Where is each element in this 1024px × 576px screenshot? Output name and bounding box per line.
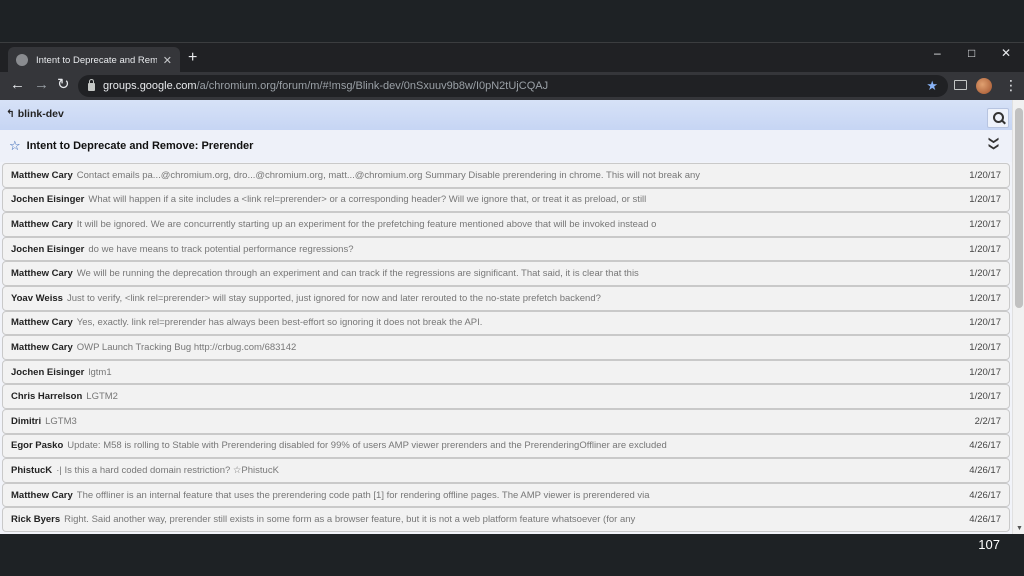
thread-header: ☆ Intent to Deprecate and Remove: Preren… bbox=[0, 130, 1012, 162]
message-row[interactable]: Matthew Cary The offliner is an internal … bbox=[2, 482, 1010, 508]
message-date: 1/20/17 bbox=[969, 268, 1001, 280]
message-author: Matthew Cary bbox=[11, 218, 73, 230]
message-date: 1/20/17 bbox=[969, 366, 1001, 378]
minimize-button[interactable]: – bbox=[934, 46, 941, 60]
collapse-icon[interactable]: ❯❯ bbox=[988, 136, 999, 149]
message-list: Matthew Cary Contact emails pa...@chromiu… bbox=[2, 163, 1010, 532]
message-date: 1/20/17 bbox=[969, 341, 1001, 353]
reload-button[interactable]: ↻ bbox=[57, 77, 70, 93]
message-row[interactable]: Matthew Cary Yes, exactly. link rel=prere… bbox=[2, 310, 1010, 336]
message-row[interactable]: Jochen Eisinger What will happen if a sit… bbox=[2, 187, 1010, 213]
message-snippet: OWP Launch Tracking Bug http://crbug.com… bbox=[76, 341, 297, 353]
message-author: PhistucK bbox=[11, 464, 53, 476]
message-date: 1/20/17 bbox=[969, 194, 1001, 206]
message-snippet: We will be running the deprecation throu… bbox=[76, 268, 639, 280]
message-snippet: What will happen if a site includes a <l… bbox=[88, 194, 647, 206]
maximize-button[interactable]: □ bbox=[968, 46, 975, 60]
message-row[interactable]: Chris Harrelson LGTM2 1/20/17 bbox=[2, 384, 1010, 409]
message-date: 1/20/17 bbox=[969, 391, 1001, 403]
close-window-button[interactable]: ✕ bbox=[1001, 46, 1011, 60]
message-author: Matthew Cary bbox=[11, 317, 73, 329]
message-author: Matthew Cary bbox=[11, 169, 73, 181]
url-host: groups.google.com bbox=[103, 80, 197, 92]
message-row[interactable]: Matthew Cary Contact emails pa...@chromiu… bbox=[2, 163, 1010, 188]
message-row[interactable]: Egor Pasko Update: M58 is rolling to Stab… bbox=[2, 433, 1010, 459]
message-author: Matthew Cary bbox=[11, 489, 73, 501]
message-date: 1/20/17 bbox=[969, 292, 1001, 304]
message-date: 4/26/17 bbox=[969, 440, 1001, 452]
message-author: Dimitri bbox=[11, 415, 42, 427]
address-bar[interactable]: groups.google.com/a/chromium.org/forum/m… bbox=[78, 75, 948, 97]
browser-toolbar: ← → ↻ groups.google.com/a/chromium.org/f… bbox=[0, 72, 1024, 100]
star-icon[interactable]: ☆ bbox=[9, 138, 21, 154]
scrollbar-thumb[interactable] bbox=[1015, 108, 1023, 308]
message-author: Rick Byers bbox=[11, 514, 61, 526]
message-row[interactable]: PhistucK ·| Is this a hard coded domain r… bbox=[2, 458, 1010, 483]
group-header: ↰ blink-dev bbox=[0, 100, 1012, 130]
message-snippet: It will be ignored. We are concurrently … bbox=[76, 218, 657, 230]
new-tab-button[interactable]: + bbox=[188, 49, 197, 67]
message-author: Jochen Eisinger bbox=[11, 194, 85, 206]
message-row[interactable]: Matthew Cary We will be running the depre… bbox=[2, 261, 1010, 286]
url-path: /a/chromium.org/forum/m/#!msg/Blink-dev/… bbox=[196, 80, 549, 92]
message-date: 1/20/17 bbox=[969, 243, 1001, 255]
message-author: Matthew Cary bbox=[11, 268, 73, 280]
message-snippet: lgtm1 bbox=[88, 366, 112, 378]
message-row[interactable]: Matthew Cary OWP Launch Tracking Bug http… bbox=[2, 335, 1010, 360]
page-content: ↰ blink-dev ☆ Intent to Deprecate and Re… bbox=[0, 100, 1024, 534]
message-author: Chris Harrelson bbox=[11, 391, 83, 403]
avatar[interactable] bbox=[976, 78, 992, 94]
browser-menu-button[interactable]: ⋮ bbox=[1004, 77, 1018, 93]
message-row[interactable]: Jochen Eisinger do we have means to track… bbox=[2, 236, 1010, 262]
back-button[interactable]: ← bbox=[10, 77, 25, 93]
scroll-down-icon[interactable]: ▼ bbox=[1016, 525, 1023, 532]
tab-strip: Intent to Deprecate and Remove: ✕ + – □ … bbox=[0, 42, 1024, 73]
message-snippet: Yes, exactly. link rel=prerender has alw… bbox=[76, 317, 483, 329]
scrollbar[interactable]: ▼ bbox=[1012, 100, 1024, 534]
tab-close-icon[interactable]: ✕ bbox=[163, 54, 172, 67]
message-snippet: LGTM2 bbox=[86, 391, 118, 403]
active-tab[interactable]: Intent to Deprecate and Remove: ✕ bbox=[8, 47, 180, 73]
bookmark-star-icon[interactable]: ★ bbox=[926, 78, 938, 94]
browser-window: Intent to Deprecate and Remove: ✕ + – □ … bbox=[0, 42, 1024, 534]
message-snippet: LGTM3 bbox=[45, 415, 77, 427]
message-snippet: do we have means to track potential perf… bbox=[88, 243, 354, 255]
message-date: 4/26/17 bbox=[969, 464, 1001, 476]
message-snippet: Just to verify, <link rel=prerender> wil… bbox=[66, 292, 601, 304]
message-row[interactable]: Rick Byers Right. Said another way, prere… bbox=[2, 507, 1010, 532]
message-date: 4/26/17 bbox=[969, 514, 1001, 526]
tab-title: Intent to Deprecate and Remove: bbox=[36, 54, 157, 66]
message-date: 4/26/17 bbox=[969, 489, 1001, 501]
message-snippet: Contact emails pa...@chromium.org, dro..… bbox=[76, 169, 701, 181]
message-date: 1/20/17 bbox=[969, 317, 1001, 329]
message-author: Jochen Eisinger bbox=[11, 366, 85, 378]
lock-icon bbox=[88, 79, 95, 91]
group-link[interactable]: ↰ blink-dev bbox=[6, 108, 64, 120]
thread-title: Intent to Deprecate and Remove: Prerende… bbox=[26, 140, 254, 152]
message-snippet: The offliner is an internal feature that… bbox=[76, 489, 650, 501]
search-icon[interactable] bbox=[987, 108, 1009, 128]
message-date: 1/20/17 bbox=[969, 169, 1001, 181]
message-row[interactable]: Yoav Weiss Just to verify, <link rel=prer… bbox=[2, 285, 1010, 311]
globe-icon bbox=[16, 54, 28, 66]
message-author: Yoav Weiss bbox=[11, 292, 63, 304]
message-snippet: ·| Is this a hard coded domain restricti… bbox=[56, 464, 279, 476]
slide-page-number: 107 bbox=[978, 537, 1000, 552]
message-author: Matthew Cary bbox=[11, 341, 73, 353]
slide: Intent to Deprecate and Remove: ✕ + – □ … bbox=[0, 0, 1024, 576]
message-row[interactable]: Matthew Cary It will be ignored. We are c… bbox=[2, 212, 1010, 237]
message-snippet: Right. Said another way, prerender still… bbox=[64, 514, 636, 526]
message-date: 1/20/17 bbox=[969, 218, 1001, 230]
message-author: Egor Pasko bbox=[11, 440, 64, 452]
message-author: Jochen Eisinger bbox=[11, 243, 85, 255]
forward-button[interactable]: → bbox=[34, 77, 49, 93]
message-row[interactable]: Jochen Eisinger lgtm1 1/20/17 bbox=[2, 359, 1010, 385]
message-row[interactable]: Dimitri LGTM3 2/2/17 bbox=[2, 408, 1010, 434]
cast-icon[interactable] bbox=[954, 80, 967, 90]
message-snippet: Update: M58 is rolling to Stable with Pr… bbox=[67, 440, 667, 452]
message-date: 2/2/17 bbox=[974, 415, 1001, 427]
